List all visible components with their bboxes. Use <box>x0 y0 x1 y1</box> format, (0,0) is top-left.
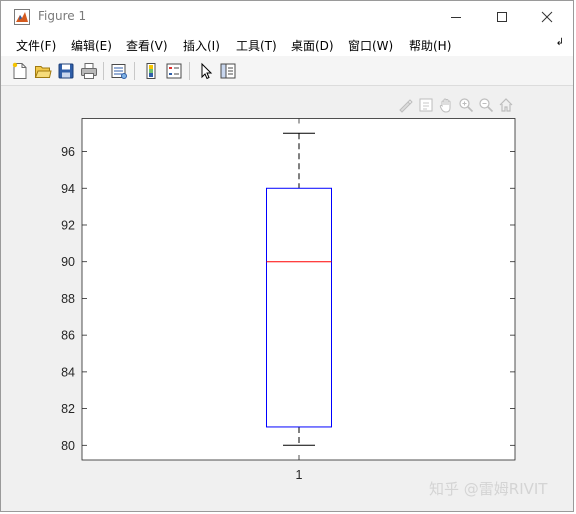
y-tick-label: 94 <box>61 182 75 196</box>
y-tick-label: 80 <box>61 439 75 453</box>
y-tick-label: 86 <box>61 329 75 343</box>
plot-axes <box>81 118 516 461</box>
boxplot-chart: 80 82 84 86 88 90 92 94 96 1 <box>61 118 516 482</box>
y-tick-label: 88 <box>61 292 75 306</box>
y-tick-label: 82 <box>61 402 75 416</box>
y-tick-label: 84 <box>61 365 75 379</box>
figure-window: Figure 1 文件(F) 编辑(E) 查看(V) 插入(I) 工具(T) 桌… <box>0 0 574 512</box>
y-tick-label: 90 <box>61 255 75 269</box>
y-tick-label: 96 <box>61 145 75 159</box>
x-tick-label: 1 <box>296 468 303 482</box>
watermark-text: 知乎 @雷姆RIVIT <box>429 480 548 498</box>
y-tick-label: 92 <box>61 218 75 232</box>
